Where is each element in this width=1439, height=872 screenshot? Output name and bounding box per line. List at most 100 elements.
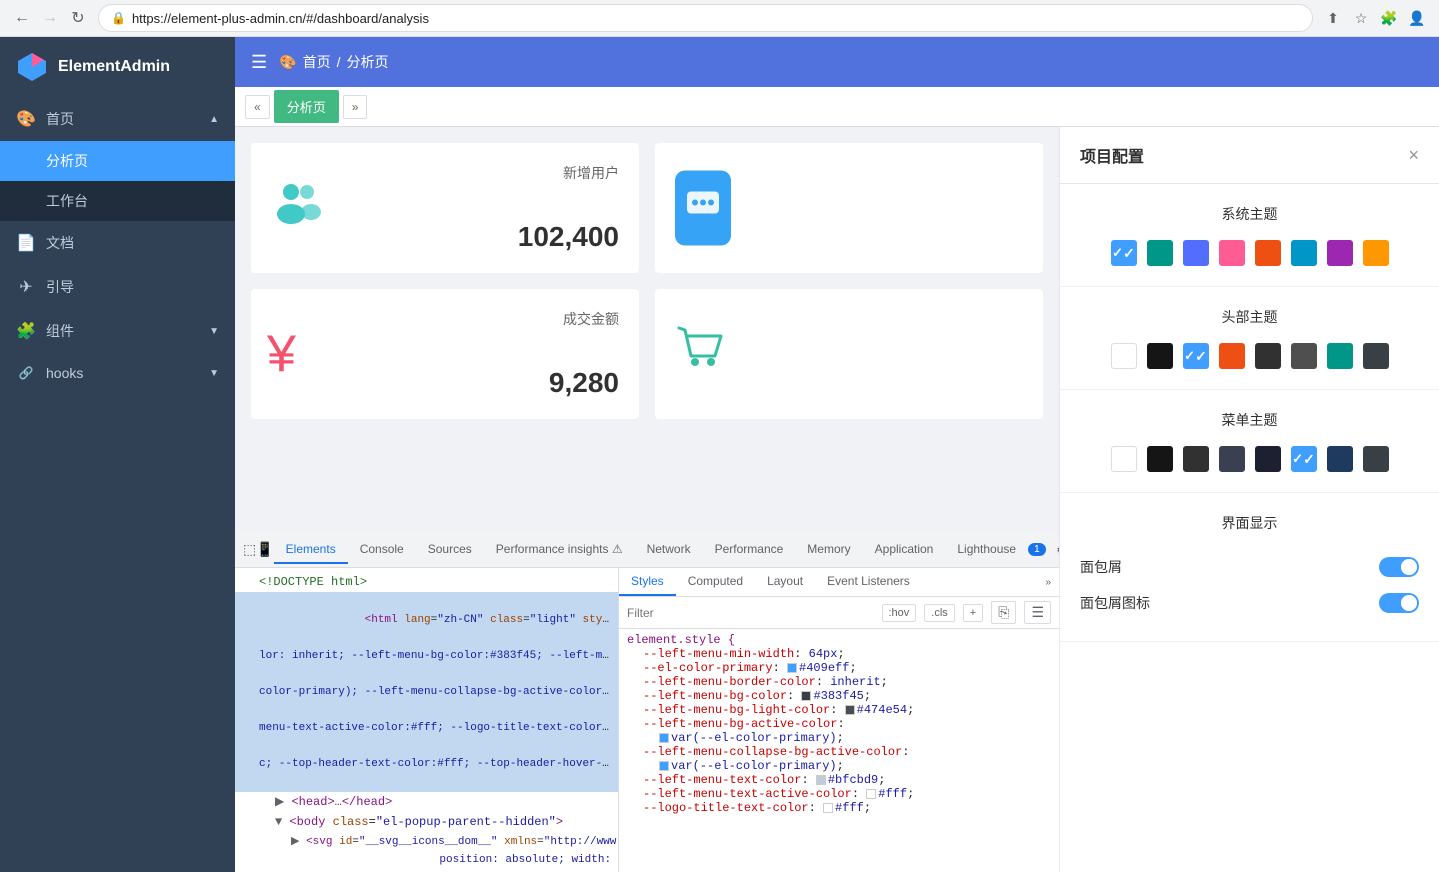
menu-color-dark2[interactable] — [1255, 446, 1281, 472]
menu-color-white[interactable] — [1111, 446, 1137, 472]
tab-arrow-left[interactable]: « — [245, 95, 270, 119]
devtools-tab-performance-insights[interactable]: Performance insights ⚠ — [484, 536, 635, 564]
system-color-blue[interactable]: ✓ — [1111, 240, 1137, 266]
system-color-orange-red[interactable] — [1255, 240, 1281, 266]
components-label: 组件 — [46, 321, 199, 341]
system-color-cyan[interactable] — [1291, 240, 1317, 266]
menu-color-slate[interactable] — [1219, 446, 1245, 472]
tab-analysis[interactable]: 分析页 — [274, 90, 339, 123]
menu-color-dark3[interactable] — [1363, 446, 1389, 472]
header-color-dark1[interactable] — [1255, 343, 1281, 369]
header-color-blue[interactable]: ✓ — [1183, 343, 1209, 369]
devtools-tab-sources[interactable]: Sources — [416, 536, 484, 564]
devtools-tab-application[interactable]: Application — [863, 536, 946, 564]
filter-cls-button[interactable]: .cls — [924, 604, 955, 622]
menu-color-blue-check: ✓ — [1292, 451, 1303, 467]
devtools-tab-lighthouse[interactable]: Lighthouse — [945, 536, 1028, 564]
tab-arrow-right[interactable]: » — [343, 95, 368, 119]
breadcrumb-icon-toggle-row: 面包屑图标 — [1080, 585, 1419, 621]
reload-button[interactable]: ↻ — [66, 6, 90, 30]
stat-card-users: 新增用户 102,400 — [251, 143, 639, 273]
menu-color-dark1[interactable] — [1183, 446, 1209, 472]
css-prop-7: --left-menu-collapse-bg-active-color: — [627, 745, 1051, 759]
styles-tab-event-listeners[interactable]: Event Listeners — [815, 568, 922, 596]
devtools-tab-console[interactable]: Console — [348, 536, 416, 564]
nav-buttons: ← → ↻ — [10, 6, 90, 30]
breadcrumb-toggle-label: 面包屑 — [1080, 557, 1122, 577]
system-color-blue-check: ✓ — [1112, 245, 1123, 261]
styles-tab-computed[interactable]: Computed — [676, 568, 755, 596]
right-side: ☰ 🎨 首页 / 分析页 « 分析页 » — [235, 37, 1439, 872]
sidebar-logo: ElementAdmin — [0, 37, 235, 97]
extensions-button[interactable]: 🧩 — [1377, 6, 1401, 30]
breadcrumb-current: 分析页 — [346, 52, 388, 72]
devtools-settings-button[interactable]: ⚙ — [1050, 538, 1059, 562]
css-prop-5: --left-menu-bg-light-color: #474e54; — [627, 703, 1051, 717]
color-swatch-bg — [801, 691, 811, 701]
css-selector-line: element.style { — [627, 633, 1051, 647]
header-color-dark2[interactable] — [1291, 343, 1317, 369]
filter-format-button[interactable]: ☰ — [1024, 601, 1051, 624]
panel-header: 项目配置 × — [1060, 127, 1439, 184]
devtools-inspect-button[interactable]: ⬚ — [243, 538, 256, 562]
header-color-dark3[interactable] — [1363, 343, 1389, 369]
html-line-html[interactable]: <html lang="zh-CN" class="light" style="… — [235, 592, 618, 792]
menu-theme-title: 菜单主题 — [1080, 410, 1419, 430]
styles-tab-layout[interactable]: Layout — [755, 568, 815, 596]
address-bar[interactable]: 🔒 https://element-plus-admin.cn/#/dashbo… — [98, 4, 1313, 32]
sidebar-item-guide[interactable]: ✈ 引导 — [0, 265, 235, 309]
filter-hov-button[interactable]: :hov — [882, 604, 917, 622]
sidebar-item-docs[interactable]: 📄 文档 — [0, 221, 235, 265]
devtools-tab-elements[interactable]: Elements — [274, 536, 348, 564]
header-color-teal[interactable] — [1327, 343, 1353, 369]
panel-close-button[interactable]: × — [1408, 145, 1419, 166]
system-color-indigo[interactable] — [1183, 240, 1209, 266]
hooks-arrow-icon: ▼ — [209, 368, 219, 379]
devtools-tab-performance[interactable]: Performance — [703, 536, 796, 564]
styles-tab-styles[interactable]: Styles — [619, 568, 676, 596]
breadcrumb-toggle[interactable] — [1379, 557, 1419, 577]
cart-icon — [675, 322, 727, 386]
devtools-tab-network[interactable]: Network — [635, 536, 703, 564]
hamburger-icon[interactable]: ☰ — [251, 52, 267, 73]
sidebar-item-hooks[interactable]: 🔗 hooks ▼ — [0, 353, 235, 393]
menu-color-navy[interactable] — [1327, 446, 1353, 472]
components-arrow-icon: ▼ — [209, 326, 219, 337]
header-color-black[interactable] — [1147, 343, 1173, 369]
sidebar-item-workbench[interactable]: 工作台 — [0, 181, 235, 221]
styles-expand-button[interactable]: » — [1041, 575, 1055, 590]
system-color-pink[interactable] — [1219, 240, 1245, 266]
devtools-mobile-button[interactable]: 📱 — [256, 538, 273, 562]
system-color-teal[interactable] — [1147, 240, 1173, 266]
home-label: 首页 — [46, 109, 199, 129]
menu-color-black[interactable] — [1147, 446, 1173, 472]
filter-copy-button[interactable]: ⎘ — [991, 601, 1016, 624]
devtools-tab-memory[interactable]: Memory — [795, 536, 862, 564]
header-color-white[interactable] — [1111, 343, 1137, 369]
sidebar-item-home[interactable]: 🎨 首页 ▲ — [0, 97, 235, 141]
profile-button[interactable]: 👤 — [1405, 6, 1429, 30]
color-swatch-primary — [787, 663, 797, 673]
forward-button[interactable]: → — [38, 6, 62, 30]
system-color-purple[interactable] — [1327, 240, 1353, 266]
home-icon: 🎨 — [16, 109, 36, 129]
money-icon: ¥ — [267, 324, 296, 384]
header-theme-title: 头部主题 — [1080, 307, 1419, 327]
sidebar-item-analysis[interactable]: 分析页 — [0, 141, 235, 181]
header-color-red[interactable] — [1219, 343, 1245, 369]
menu-color-blue[interactable]: ✓ — [1291, 446, 1317, 472]
system-color-amber[interactable] — [1363, 240, 1389, 266]
share-button[interactable]: ⬆ — [1321, 6, 1345, 30]
css-prop-8: --left-menu-text-color: #bfcbd9; — [627, 773, 1051, 787]
color-swatch-logo-title — [823, 803, 833, 813]
html-line-doctype: <!DOCTYPE html> — [235, 572, 618, 592]
filter-input[interactable] — [627, 606, 874, 620]
back-button[interactable]: ← — [10, 6, 34, 30]
star-button[interactable]: ☆ — [1349, 6, 1373, 30]
html-line-svg: ▶ <svg id="__svg__icons__dom__" xmlns="h… — [235, 832, 618, 870]
breadcrumb-icon-toggle[interactable] — [1379, 593, 1419, 613]
sidebar-item-components[interactable]: 🧩 组件 ▼ — [0, 309, 235, 353]
system-theme-colors: ✓ — [1080, 240, 1419, 266]
filter-add-button[interactable]: + — [963, 604, 983, 622]
html-panel: <!DOCTYPE html> <html lang="zh-CN" class… — [235, 568, 619, 872]
